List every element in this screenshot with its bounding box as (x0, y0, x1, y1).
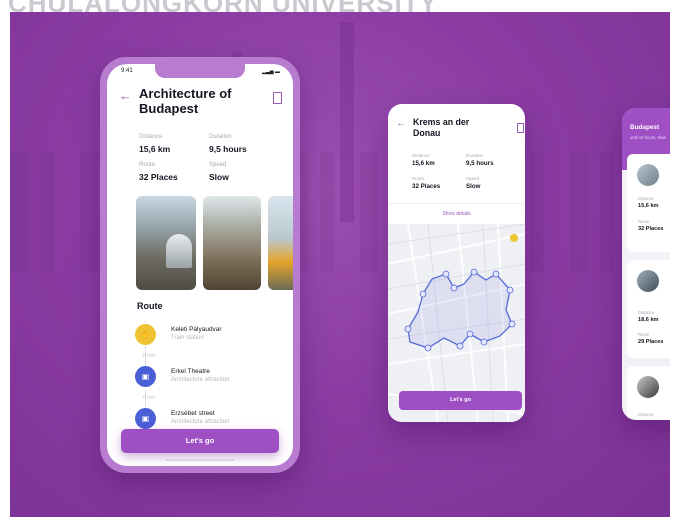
photo-tram[interactable] (268, 196, 293, 290)
spire-shape (340, 22, 354, 222)
list-title: Budapest (630, 124, 660, 131)
speed-value: Slow (209, 172, 229, 182)
distance-label: Distance (638, 196, 655, 201)
duration-value: 9,5 hours (466, 160, 494, 167)
back-arrow-icon[interactable]: ← (119, 88, 132, 103)
divider (388, 203, 525, 204)
lets-go-button[interactable]: Let's go (121, 429, 279, 453)
route-stop[interactable]: ▣ Erkel Theatre Architecture attraction (135, 366, 285, 396)
duration-label: Duration (209, 134, 232, 140)
watermark-strip: CHULALONGKORN UNIVERSITY (0, 0, 677, 12)
bookmark-icon[interactable] (273, 92, 282, 104)
route-value: 32 Places (412, 183, 441, 190)
duration-label: Duration (466, 153, 484, 158)
route-label: Route (412, 176, 425, 181)
photo-church[interactable] (136, 196, 196, 290)
bookmark-icon[interactable] (517, 123, 524, 133)
photo-carousel[interactable] (136, 196, 293, 290)
page-title: Architecture of Budapest (139, 86, 232, 116)
phone-notch (155, 64, 245, 78)
route-card[interactable]: N h Distance (627, 366, 670, 420)
speed-value: Slow (466, 183, 481, 190)
stop-name: Erkel Theatre (171, 368, 210, 375)
distance-label: Distance (638, 412, 655, 417)
route-value: 29 Places (638, 339, 664, 345)
distance-value: 18,6 km (638, 317, 659, 323)
phone-krems-map: ← Krems an der Donau Distance 15,6 km Du… (388, 104, 525, 422)
hand-icon: ✋ (135, 324, 156, 345)
route-stop[interactable]: ✋ Keleti Pályaudvar Train station (135, 324, 285, 354)
route-label: Route (139, 162, 156, 168)
stop-name: Erzsébet street (171, 410, 215, 417)
route-label: Route (638, 219, 650, 224)
photo-building[interactable] (203, 196, 261, 290)
route-label: Route (638, 332, 650, 337)
page-title: Krems an der Donau (413, 117, 470, 138)
stop-type: Architecture attraction (171, 377, 230, 383)
phone-budapest-list: Budapest until 10 hours, slow C Distance… (622, 108, 670, 420)
promo-background: 9:41 ▂▃▅ ▬ ← Architecture of Budapest Di… (10, 12, 670, 517)
back-arrow-icon[interactable]: ← (396, 118, 406, 129)
show-details-link[interactable]: Show details (388, 211, 525, 217)
list-subtitle: until 10 hours, slow (630, 135, 666, 140)
route-value: 32 Places (139, 172, 178, 182)
status-time: 9:41 (121, 68, 133, 74)
route-heading: Route (137, 301, 163, 311)
stop-type: Architecture attraction (171, 419, 230, 425)
route-card[interactable]: C Distance 15,6 km Route 32 Places (627, 154, 670, 252)
lets-go-button[interactable]: Let's go (399, 391, 522, 410)
route-card[interactable]: A B Distance 18,6 km Route 29 Places (627, 260, 670, 358)
distance-label: Distance (412, 153, 430, 158)
watermark-text: CHULALONGKORN UNIVERSITY (8, 0, 438, 12)
signal-battery-icon: ▂▃▅ ▬ (262, 69, 280, 75)
home-indicator (165, 459, 235, 461)
speed-label: Speed (209, 162, 227, 168)
phone-screen: 9:41 ▂▃▅ ▬ ← Architecture of Budapest Di… (107, 64, 293, 466)
stop-name: Keleti Pályaudvar (171, 326, 222, 333)
landmark-icon: ▣ (135, 408, 156, 429)
speed-label: Speed (466, 176, 480, 181)
duration-value: 9,5 hours (209, 144, 247, 154)
route-thumbnail (637, 270, 659, 292)
distance-label: Distance (638, 310, 655, 315)
distance-label: Distance (139, 134, 163, 140)
dome-shape (166, 234, 192, 268)
travel-time: 6 min (143, 395, 156, 401)
distance-value: 15,6 km (638, 203, 659, 209)
distance-value: 15,6 km (412, 160, 435, 167)
stop-type: Train station (171, 335, 204, 341)
route-thumbnail (637, 164, 659, 186)
landmark-icon: ▣ (135, 366, 156, 387)
phone-architecture-budapest: 9:41 ▂▃▅ ▬ ← Architecture of Budapest Di… (100, 57, 300, 473)
route-value: 32 Places (638, 226, 664, 232)
distance-value: 15,6 km (139, 144, 171, 154)
route-thumbnail (637, 376, 659, 398)
travel-time: 8 min (143, 353, 156, 359)
